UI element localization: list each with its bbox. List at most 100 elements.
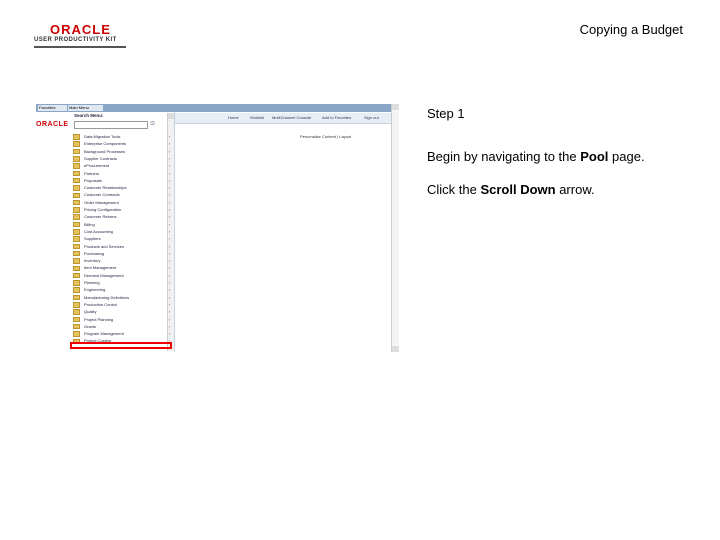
menu-item-label: Supplier Contracts [84,155,117,161]
folder-icon [73,280,80,286]
folder-icon [73,316,80,323]
menu-item-label: Customer Contracts [84,192,120,198]
chevron-right-icon: › [169,155,171,161]
folder-icon [73,258,80,264]
menu-item-label: Quality [84,309,97,315]
folder-icon [73,323,80,330]
menu-item-label: Program Management [84,331,124,337]
menu-item-label: Grants [84,323,97,329]
menu-folder-item[interactable]: Suppliers › [73,235,175,242]
menu-item-label: Item Management [84,265,117,271]
page-scroll-up[interactable] [392,104,399,110]
folder-icon [73,185,80,191]
folder-icon [73,163,80,169]
menu-item-label: Cost Accounting [84,228,113,234]
menu-folder-item[interactable]: Project Planning › [73,316,175,323]
folder-icon [73,170,80,177]
menu-folder-item[interactable]: Cost Accounting › [73,228,175,235]
menu-folder-item[interactable]: Production Control › [73,301,175,308]
menu-item-label: Order Management [84,199,119,205]
logo-subtitle: USER PRODUCTIVITY KIT [34,37,117,43]
menu-folder-item[interactable]: Item Management › [73,264,175,272]
nav-home-link[interactable]: Home [228,115,239,120]
menu-item-label: eProcurement [84,163,110,169]
menu-folder-item[interactable]: Proposals › [73,177,175,184]
folder-icon [73,236,80,242]
page-scroll-down[interactable] [392,346,399,352]
nav-add-favorites-link[interactable]: Add to Favorites [322,115,351,120]
folder-icon [73,272,80,279]
menu-item-label: Pricing Configuration [84,207,122,212]
folder-icon [73,141,80,147]
chevron-right-icon: › [169,258,171,264]
menu-folder-item[interactable]: Purchasing › [73,250,175,257]
folder-icon [73,134,80,140]
menu-item-label: Demand Management [84,272,124,278]
nav-sign-out-link[interactable]: Sign out [364,115,379,120]
menu-folder-item[interactable]: Engineering › [73,286,175,293]
menu-folder-item[interactable]: Quality › [73,308,175,315]
nav-multichannel-link[interactable]: MultiChannel Console [272,115,311,120]
menu-folder-item[interactable]: Products and Services › [73,243,175,250]
step-heading: Step 1 [427,106,465,121]
chevron-right-icon: › [169,272,171,278]
search-go-icon[interactable]: ⊙ [150,120,155,127]
chevron-right-icon: › [169,323,171,329]
chevron-right-icon: › [169,214,171,220]
menu-folder-item[interactable]: eProcurement › [73,162,175,169]
menu-folder-item[interactable]: Enterprise Components › [73,140,175,147]
chevron-right-icon: › [169,265,171,271]
main-menu[interactable]: Main Menu [68,105,103,111]
chevron-right-icon: › [169,163,171,169]
folder-icon [73,302,80,308]
chevron-right-icon: › [169,287,171,293]
menu-folder-item[interactable]: Inventory › [73,257,175,264]
folder-icon [73,199,80,206]
chevron-right-icon: › [169,170,171,176]
menu-folder-item[interactable]: Partners › [73,170,175,177]
page-scrollbar[interactable] [391,104,399,352]
menu-folder-item[interactable]: Supplier Contracts › [73,155,175,162]
menu-item-label: Enterprise Components [84,141,127,147]
menu-folder-item[interactable]: Customer Returns › [73,213,175,220]
oracle-upk-logo: ORACLE USER PRODUCTIVITY KIT [34,22,126,48]
folder-icon [73,250,80,257]
menu-folder-item[interactable]: Pricing Configuration › [73,206,175,213]
scroll-down-highlight[interactable] [70,342,172,349]
folder-icon [73,214,80,220]
menu-folder-item[interactable]: Planning › [73,279,175,286]
chevron-right-icon: › [169,243,171,249]
menu-folder-item[interactable]: Billing › [73,221,175,228]
menu-folder-item[interactable]: Background Processes › [73,148,175,155]
header-nav-bar: Home Worklist MultiChannel Console Add t… [172,113,394,124]
menu-item-label: Customer Relationships [84,185,127,191]
screenshot-oracle-logo: ORACLE [36,121,69,128]
folder-icon [73,309,80,315]
nav-worklist-link[interactable]: Worklist [250,115,264,120]
menu-search-input[interactable] [74,121,148,129]
chevron-right-icon: › [169,294,171,300]
chevron-right-icon: › [169,221,171,227]
folder-icon [73,229,80,235]
chevron-right-icon: › [169,331,171,337]
menu-folder-item[interactable]: Customer Contracts › [73,191,175,199]
search-menu-label: Search Menu: [74,113,104,118]
personalize-content-link[interactable]: Personalize Content | Layout [300,134,351,139]
menu-folder-item[interactable]: Customer Relationships › [73,184,175,191]
chevron-right-icon: › [169,250,171,256]
menu-folder-item[interactable]: Manufacturing Definitions › [73,294,175,301]
menu-folder-item[interactable]: Program Management › [73,330,175,337]
menu-folder-item[interactable]: Grants › [73,323,175,330]
chevron-right-icon: › [169,148,171,154]
favorites-menu[interactable]: Favorites [38,105,67,111]
menu-item-label: Proposals [84,177,102,183]
portal-top-bar: Favorites Main Menu [36,104,398,112]
folder-icon [73,221,80,228]
menu-item-label: Engineering [84,287,106,293]
scroll-up-arrow[interactable] [168,113,174,119]
menu-folder-item[interactable]: Data Migration Tools › [73,133,175,140]
folder-icon [73,265,80,272]
menu-folder-item[interactable]: Order Management › [73,199,175,206]
menu-folder-item[interactable]: Demand Management › [73,272,175,279]
menu-item-label: Production Control [84,301,118,307]
